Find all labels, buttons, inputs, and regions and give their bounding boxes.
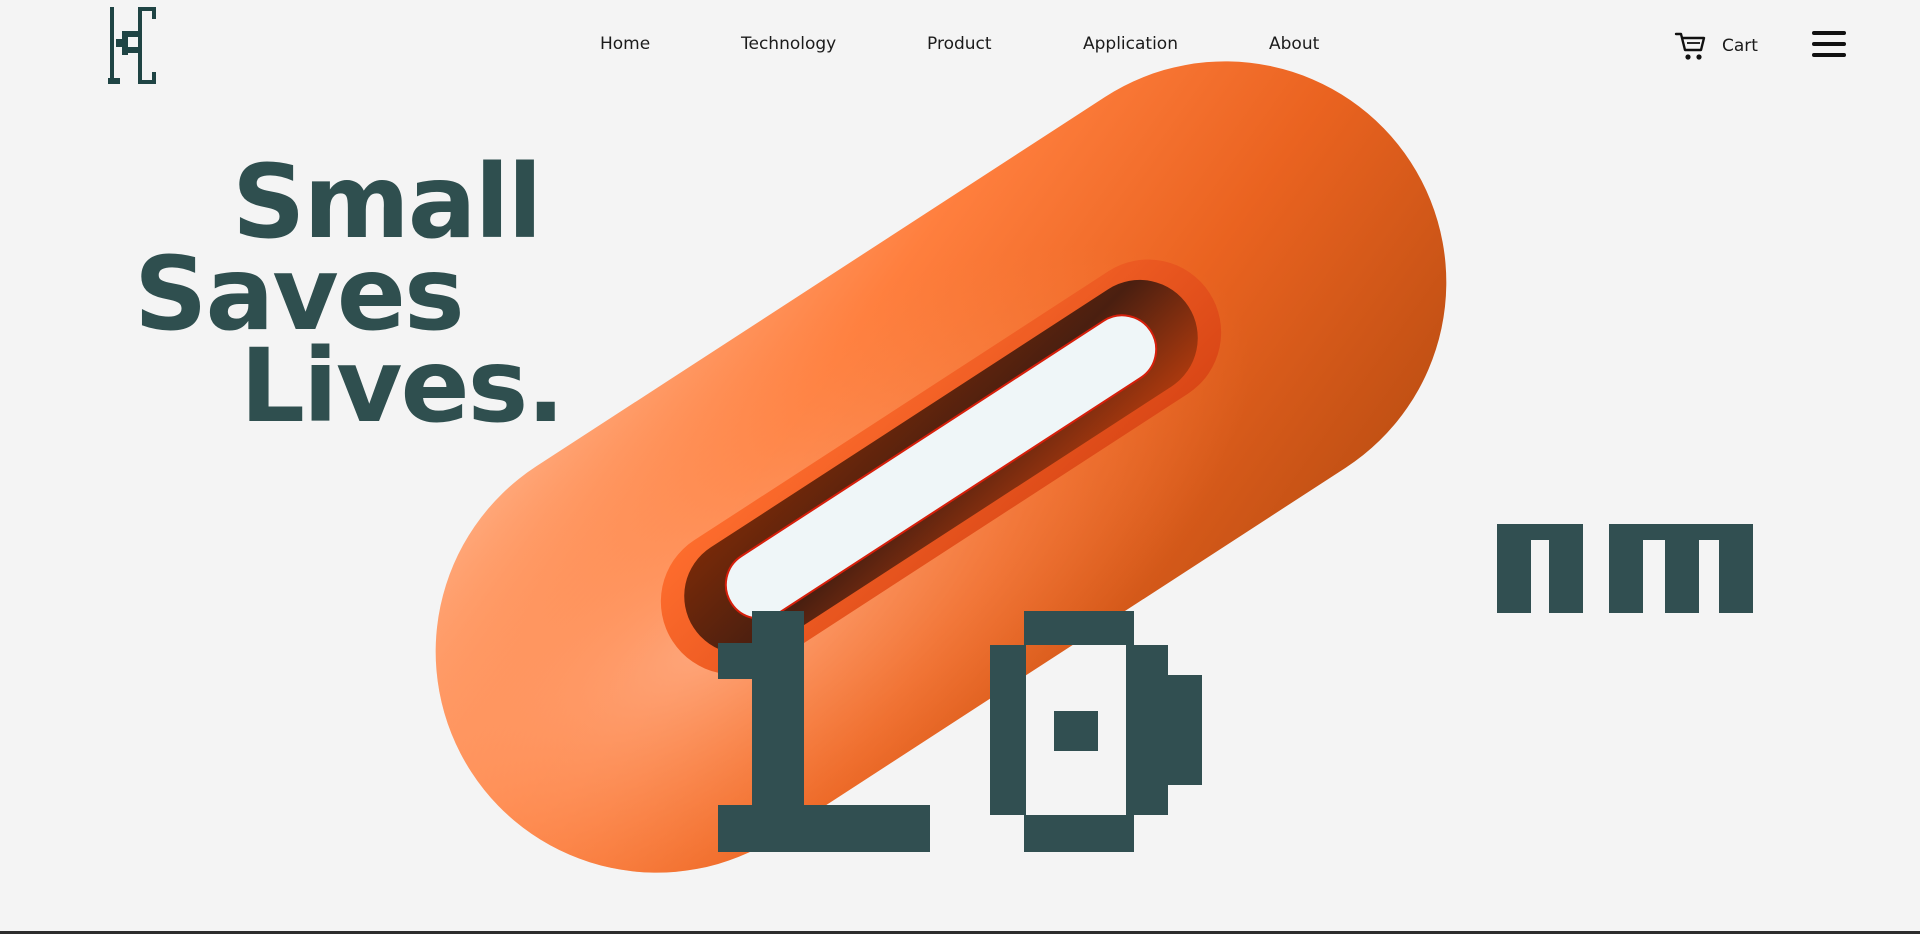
cart-icon [1674,32,1706,60]
cart-button[interactable]: Cart [1674,30,1758,62]
size-unit: nm [1497,524,1753,613]
cart-label: Cart [1722,36,1758,56]
menu-bar-middle [1812,42,1846,46]
menu-bar-top [1812,31,1846,35]
nav-about-link[interactable]: About [1269,34,1319,54]
menu-bar-bottom [1812,53,1846,57]
nav-home-link[interactable]: Home [600,34,650,54]
nav-application-link[interactable]: Application [1083,34,1178,54]
nav-technology-link[interactable]: Technology [741,34,836,54]
nav-product-link[interactable]: Product [927,34,992,54]
size-value: 10 [718,611,1202,852]
hamburger-menu-icon[interactable] [1812,31,1846,57]
headline-line-3: Lives. [240,327,565,446]
main-navigation: Home Technology Product Application Abou… [0,34,1920,58]
